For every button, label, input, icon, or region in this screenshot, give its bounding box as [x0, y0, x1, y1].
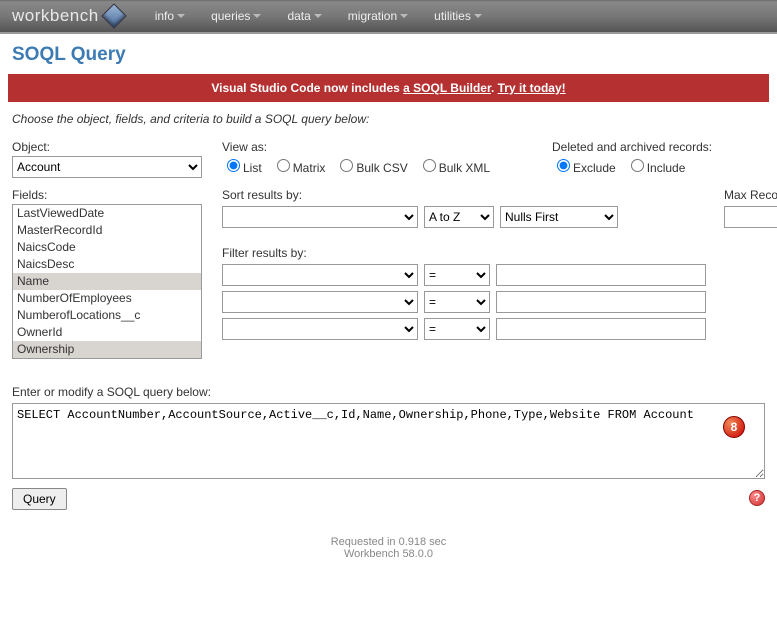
deleted-exclude-option[interactable]: Exclude — [552, 156, 616, 175]
deleted-include-option[interactable]: Include — [626, 156, 686, 175]
chevron-down-icon — [474, 14, 482, 18]
filter-op-select[interactable]: = — [424, 318, 490, 340]
deleted-exclude-radio[interactable] — [557, 159, 570, 172]
field-option[interactable]: NumberofLocations__c — [13, 307, 201, 324]
object-block: Object: Account — [12, 140, 212, 178]
filter-row-2: = — [222, 291, 706, 313]
chevron-down-icon — [177, 14, 185, 18]
chevron-down-icon — [400, 14, 408, 18]
filter-label: Filter results by: — [222, 246, 706, 260]
info-banner: Visual Studio Code now includes a SOQL B… — [8, 74, 769, 102]
app-logo[interactable]: workbench — [12, 6, 127, 26]
view-as-label: View as: — [222, 140, 542, 154]
count-badge: 8 — [723, 416, 745, 438]
sort-filter-wrap: Sort results by: A to Z Nulls First Filt… — [222, 182, 765, 345]
field-option[interactable]: LastViewedDate — [13, 205, 201, 222]
app-name: workbench — [12, 6, 99, 26]
field-option[interactable]: Ownership — [13, 341, 201, 358]
field-option[interactable]: OwnerId — [13, 324, 201, 341]
footer-version: Workbench 58.0.0 — [0, 548, 777, 560]
menu-info[interactable]: info — [155, 9, 185, 23]
cube-icon — [101, 3, 126, 28]
help-icon[interactable]: ? — [749, 490, 765, 506]
fields-block: Fields: LastViewedDateMasterRecordIdNaic… — [12, 182, 212, 359]
filter-field-select[interactable] — [222, 291, 418, 313]
filter-row-1: = — [222, 264, 706, 286]
max-records-input[interactable] — [724, 206, 777, 228]
intro-text: Choose the object, fields, and criteria … — [12, 112, 765, 126]
filter-op-select[interactable]: = — [424, 264, 490, 286]
soql-query-textarea[interactable] — [12, 403, 765, 479]
view-matrix-option[interactable]: Matrix — [272, 156, 326, 175]
view-bulkcsv-radio[interactable] — [340, 159, 353, 172]
query-text-label: Enter or modify a SOQL query below: — [12, 385, 765, 399]
view-as-block: View as: List Matrix Bulk CSV Bulk XML — [222, 140, 542, 175]
filter-value-input[interactable] — [496, 318, 706, 340]
footer-time: Requested in 0.918 sec — [0, 536, 777, 548]
filter-row-3: = — [222, 318, 706, 340]
object-label: Object: — [12, 140, 212, 154]
max-records-block: Max Records: + — [724, 182, 777, 345]
field-option[interactable]: NaicsDesc — [13, 256, 201, 273]
field-option[interactable]: Name — [13, 273, 201, 290]
view-list-radio[interactable] — [227, 159, 240, 172]
view-list-option[interactable]: List — [222, 156, 262, 175]
menu-data[interactable]: data — [287, 9, 321, 23]
filter-field-select[interactable] — [222, 264, 418, 286]
view-bulkxml-option[interactable]: Bulk XML — [418, 156, 490, 175]
filter-op-select[interactable]: = — [424, 291, 490, 313]
footer: Requested in 0.918 sec Workbench 58.0.0 — [0, 520, 777, 580]
filter-field-select[interactable] — [222, 318, 418, 340]
page-title: SOQL Query — [0, 34, 777, 74]
menu-utilities[interactable]: utilities — [434, 9, 482, 23]
chevron-down-icon — [314, 14, 322, 18]
object-select[interactable]: Account — [12, 156, 202, 178]
deleted-include-radio[interactable] — [631, 159, 644, 172]
sort-field-select[interactable] — [222, 206, 418, 228]
query-builder-grid: Object: Account View as: List Matrix Bul… — [12, 140, 765, 359]
banner-link-builder[interactable]: a SOQL Builder — [403, 81, 491, 95]
content-area: Choose the object, fields, and criteria … — [0, 112, 777, 520]
sort-nulls-select[interactable]: Nulls First — [500, 206, 618, 228]
max-records-label: Max Records: — [724, 188, 777, 202]
field-option[interactable]: NaicsCode — [13, 239, 201, 256]
banner-link-try[interactable]: Try it today! — [498, 81, 566, 95]
view-matrix-radio[interactable] — [277, 159, 290, 172]
sort-direction-select[interactable]: A to Z — [424, 206, 494, 228]
menu-queries[interactable]: queries — [211, 9, 261, 23]
top-nav: workbench info queries data migration ut… — [0, 0, 777, 34]
view-bulkcsv-option[interactable]: Bulk CSV — [335, 156, 407, 175]
main-menu: info queries data migration utilities — [155, 9, 482, 23]
filter-value-input[interactable] — [496, 291, 706, 313]
deleted-block: Deleted and archived records: Exclude In… — [552, 140, 765, 175]
menu-migration[interactable]: migration — [348, 9, 408, 23]
field-option[interactable]: ParentId — [13, 358, 201, 359]
query-text-block: Enter or modify a SOQL query below: 8 — [12, 385, 765, 482]
fields-listbox[interactable]: LastViewedDateMasterRecordIdNaicsCodeNai… — [12, 204, 202, 359]
deleted-label: Deleted and archived records: — [552, 140, 765, 154]
fields-label: Fields: — [12, 188, 212, 202]
query-button[interactable]: Query — [12, 488, 67, 510]
filter-value-input[interactable] — [496, 264, 706, 286]
field-option[interactable]: MasterRecordId — [13, 222, 201, 239]
sort-label: Sort results by: — [222, 188, 706, 202]
field-option[interactable]: NumberOfEmployees — [13, 290, 201, 307]
view-bulkxml-radio[interactable] — [423, 159, 436, 172]
chevron-down-icon — [253, 14, 261, 18]
